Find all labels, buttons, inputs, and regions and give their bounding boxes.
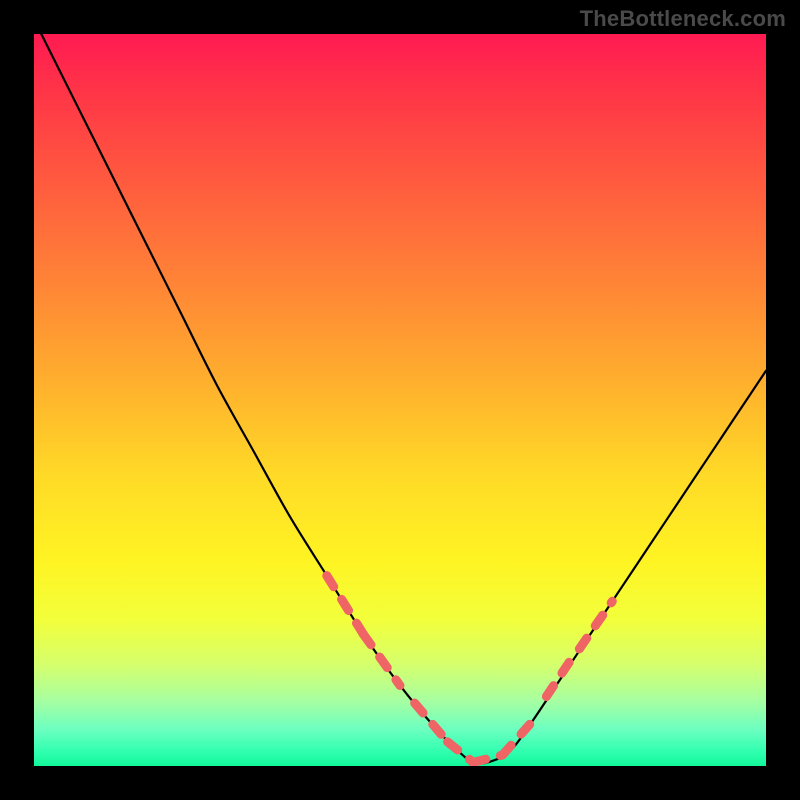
- watermark-text: TheBottleneck.com: [580, 6, 786, 32]
- bottleneck-curve-svg: [34, 34, 766, 766]
- highlight-segment: [415, 703, 448, 742]
- chart-frame: TheBottleneck.com: [0, 0, 800, 800]
- plot-area: [34, 34, 766, 766]
- highlight-segment: [473, 755, 502, 762]
- highlight-segments: [327, 576, 612, 763]
- highlight-segment: [546, 653, 575, 697]
- highlight-segment: [502, 722, 531, 755]
- highlight-segment: [327, 576, 364, 635]
- highlight-segment: [363, 634, 400, 685]
- highlight-segment: [448, 742, 474, 763]
- bottleneck-curve: [34, 34, 766, 764]
